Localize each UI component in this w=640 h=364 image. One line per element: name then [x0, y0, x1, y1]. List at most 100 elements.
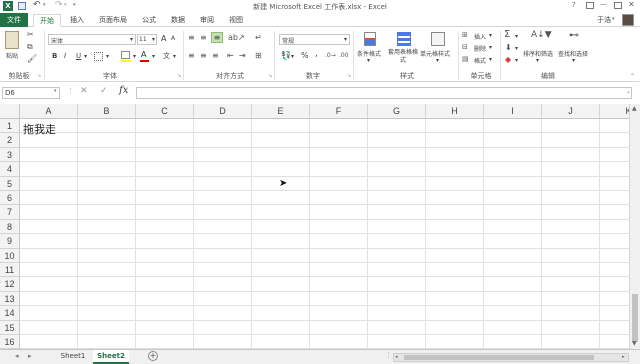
- tab-page-layout[interactable]: 页面布局: [93, 14, 133, 27]
- insert-cells-button[interactable]: 插入: [474, 32, 486, 41]
- tab-review[interactable]: 审阅: [194, 14, 220, 27]
- scroll-left-icon[interactable]: ◂: [15, 352, 19, 360]
- align-bottom-icon[interactable]: ≡: [211, 32, 223, 43]
- spreadsheet-grid[interactable]: ABCDEFGHIJK 1 2 3 4 5 6 7 8 9 10 11 12 13 14 15 16 拖我走 …: [0, 104, 629, 349]
- user-name[interactable]: 于浩: [597, 15, 611, 25]
- row-header[interactable]: 7: [0, 205, 20, 220]
- row-header[interactable]: 8: [0, 219, 20, 235]
- fill-icon[interactable]: ⬇: [505, 43, 512, 52]
- horizontal-scrollbar[interactable]: ◂ ▸: [393, 353, 629, 362]
- select-all-corner[interactable]: [0, 104, 20, 119]
- scroll-right-icon[interactable]: ▸: [28, 352, 32, 360]
- italic-button[interactable]: I: [64, 52, 66, 60]
- wrap-text-icon[interactable]: ↵: [255, 33, 262, 42]
- comma-button[interactable]: ,: [315, 49, 318, 59]
- bold-button[interactable]: B: [52, 52, 57, 60]
- chevron-down-icon[interactable]: ▾: [515, 57, 518, 64]
- insert-function-icon[interactable]: fx: [119, 85, 128, 96]
- insert-cells-icon[interactable]: ⊞: [462, 31, 468, 40]
- merge-center-icon[interactable]: ⊞: [255, 51, 262, 60]
- tab-data[interactable]: 数据: [165, 14, 191, 27]
- ribbon-display-icon[interactable]: [586, 2, 594, 9]
- chevron-down-icon[interactable]: ▾: [489, 32, 492, 39]
- column-header[interactable]: I: [484, 104, 542, 119]
- tab-insert[interactable]: 插入: [64, 14, 90, 27]
- font-size-select[interactable]: 11 ▾: [137, 34, 157, 45]
- sort-filter-icon[interactable]: A↓▼: [531, 31, 552, 40]
- chevron-down-icon[interactable]: ▾: [536, 57, 539, 64]
- number-format-select[interactable]: 常规 ▾: [279, 34, 350, 45]
- percent-button[interactable]: %: [301, 51, 309, 60]
- launcher-icon[interactable]: ↘: [37, 73, 41, 79]
- row-header[interactable]: 15: [0, 320, 20, 335]
- chevron-down-icon[interactable]: ▾: [515, 45, 518, 52]
- tab-formulas[interactable]: 公式: [136, 14, 162, 27]
- column-header[interactable]: H: [426, 104, 484, 119]
- column-header[interactable]: A: [20, 104, 78, 119]
- grow-font-button[interactable]: A: [161, 34, 166, 43]
- align-left-icon[interactable]: ≡: [188, 51, 195, 60]
- sheet-tab-sheet2[interactable]: Sheet2: [93, 350, 129, 364]
- resize-handle-icon[interactable]: ⋮: [67, 87, 74, 95]
- chevron-down-icon[interactable]: ▾: [436, 57, 439, 64]
- scroll-thumb[interactable]: [632, 294, 638, 342]
- align-right-icon[interactable]: ≡: [212, 51, 219, 60]
- paste-icon[interactable]: [5, 31, 19, 49]
- border-icon[interactable]: [94, 52, 103, 61]
- binoculars-icon[interactable]: ⊷: [569, 31, 579, 41]
- maximize-icon[interactable]: [614, 2, 622, 9]
- row-header[interactable]: 6: [0, 191, 20, 206]
- cut-icon[interactable]: ✂: [27, 30, 34, 39]
- chevron-down-icon[interactable]: ▾: [291, 53, 294, 60]
- decrease-decimal-icon[interactable]: .00: [339, 51, 349, 60]
- scroll-up-icon[interactable]: ▲: [632, 105, 637, 112]
- row-header[interactable]: 10: [0, 248, 20, 263]
- fill-color-icon[interactable]: [121, 51, 130, 59]
- orientation-icon[interactable]: ab↗: [228, 33, 245, 42]
- copy-icon[interactable]: ⧉: [27, 42, 33, 51]
- shrink-font-button[interactable]: A: [171, 35, 175, 42]
- collapse-ribbon-icon[interactable]: ⌃: [630, 73, 635, 80]
- format-cells-button[interactable]: 格式: [474, 56, 486, 65]
- tab-file[interactable]: 文件: [0, 13, 28, 27]
- launcher-icon[interactable]: ↘: [268, 73, 272, 79]
- cell-A1[interactable]: 拖我走: [23, 121, 56, 137]
- chevron-down-icon[interactable]: ▾: [106, 53, 109, 60]
- tab-view[interactable]: 视图: [223, 14, 249, 27]
- chevron-down-icon[interactable]: ▾: [515, 33, 518, 40]
- help-icon[interactable]: ?: [572, 1, 576, 9]
- chevron-down-icon[interactable]: ▾: [54, 88, 57, 94]
- cell-styles-icon[interactable]: [431, 32, 445, 46]
- active-cell-D6[interactable]: [193, 192, 252, 207]
- chevron-down-icon[interactable]: ▾: [489, 44, 492, 51]
- resize-handle-icon[interactable]: ⋮: [385, 351, 392, 359]
- format-cells-icon[interactable]: ▤: [462, 55, 469, 64]
- column-header[interactable]: C: [136, 104, 194, 119]
- row-header[interactable]: 5: [0, 176, 20, 191]
- column-header[interactable]: E: [252, 104, 310, 119]
- row-header[interactable]: 11: [0, 263, 20, 278]
- chevron-down-icon[interactable]: ▾: [152, 53, 155, 60]
- scroll-thumb[interactable]: [404, 355, 594, 360]
- scroll-down-icon[interactable]: ▼: [632, 340, 637, 347]
- avatar[interactable]: [622, 14, 634, 26]
- increase-decimal-icon[interactable]: .0→: [325, 51, 336, 60]
- sheet-tab-sheet1[interactable]: Sheet1: [55, 350, 91, 364]
- cancel-icon[interactable]: ✕: [80, 86, 88, 96]
- column-header[interactable]: K: [600, 104, 629, 119]
- chevron-down-icon[interactable]: ▾: [367, 57, 370, 64]
- conditional-format-icon[interactable]: [364, 32, 376, 46]
- align-top-icon[interactable]: ≡: [188, 33, 195, 42]
- increase-indent-icon[interactable]: ⇥: [239, 51, 246, 60]
- row-header[interactable]: 16: [0, 335, 20, 349]
- row-header[interactable]: 14: [0, 306, 20, 321]
- row-header[interactable]: 12: [0, 277, 20, 292]
- cell-styles-button[interactable]: 单元格样式: [420, 49, 450, 58]
- row-header[interactable]: 1: [0, 119, 20, 134]
- row-header[interactable]: 3: [0, 147, 20, 163]
- decrease-indent-icon[interactable]: ⇤: [227, 51, 234, 60]
- chevron-down-icon[interactable]: ▾: [572, 57, 575, 64]
- column-header[interactable]: F: [310, 104, 368, 119]
- scroll-right-icon[interactable]: ▸: [622, 354, 625, 360]
- formula-input[interactable]: [136, 87, 632, 99]
